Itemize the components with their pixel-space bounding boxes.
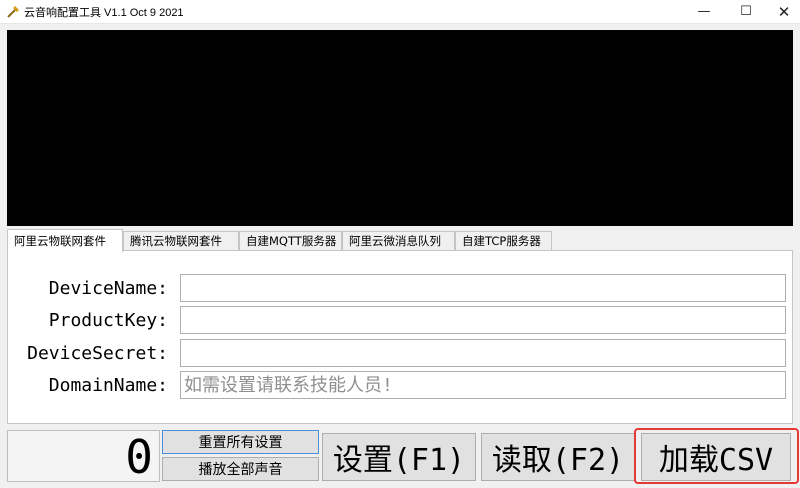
- app-icon: [7, 6, 19, 18]
- tab-panel-aliyun-iot: DeviceName: ProductKey: DeviceSecret: Do…: [7, 250, 793, 424]
- minimize-button[interactable]: —: [686, 0, 722, 24]
- title-bar: 云音响配置工具 V1.1 Oct 9 2021 — ☐ ✕: [0, 0, 800, 24]
- device-secret-input[interactable]: [180, 339, 786, 367]
- window-title: 云音响配置工具 V1.1 Oct 9 2021: [24, 7, 184, 19]
- reset-all-settings-button[interactable]: 重置所有设置: [162, 430, 319, 454]
- set-button[interactable]: 设置(F1): [322, 433, 476, 481]
- tab-tencent-iot[interactable]: 腾讯云物联网套件: [123, 231, 239, 251]
- tab-custom-tcp[interactable]: 自建TCP服务器: [455, 231, 552, 251]
- close-button[interactable]: ✕: [766, 0, 800, 24]
- domain-name-label: DomainName:: [48, 375, 168, 396]
- action-bar: 0 重置所有设置 播放全部声音 设置(F1) 读取(F2) 加载CSV: [7, 428, 799, 484]
- device-secret-label: DeviceSecret:: [27, 343, 168, 364]
- tab-aliyun-mq[interactable]: 阿里云微消息队列: [342, 231, 455, 251]
- tab-custom-mqtt[interactable]: 自建MQTT服务器: [239, 231, 342, 251]
- counter-value: 0: [125, 430, 153, 484]
- console-output: [7, 30, 793, 226]
- domain-name-input[interactable]: [180, 371, 786, 399]
- counter-display: 0: [7, 430, 160, 484]
- play-all-sounds-button[interactable]: 播放全部声音: [162, 457, 319, 481]
- device-name-input[interactable]: [180, 274, 786, 302]
- maximize-button[interactable]: ☐: [728, 0, 764, 24]
- product-key-label: ProductKey:: [48, 310, 168, 331]
- device-name-label: DeviceName:: [48, 278, 168, 299]
- read-button[interactable]: 读取(F2): [481, 433, 635, 481]
- product-key-input[interactable]: [180, 306, 786, 334]
- load-csv-button[interactable]: 加载CSV: [641, 433, 791, 481]
- tab-aliyun-iot[interactable]: 阿里云物联网套件: [7, 229, 123, 252]
